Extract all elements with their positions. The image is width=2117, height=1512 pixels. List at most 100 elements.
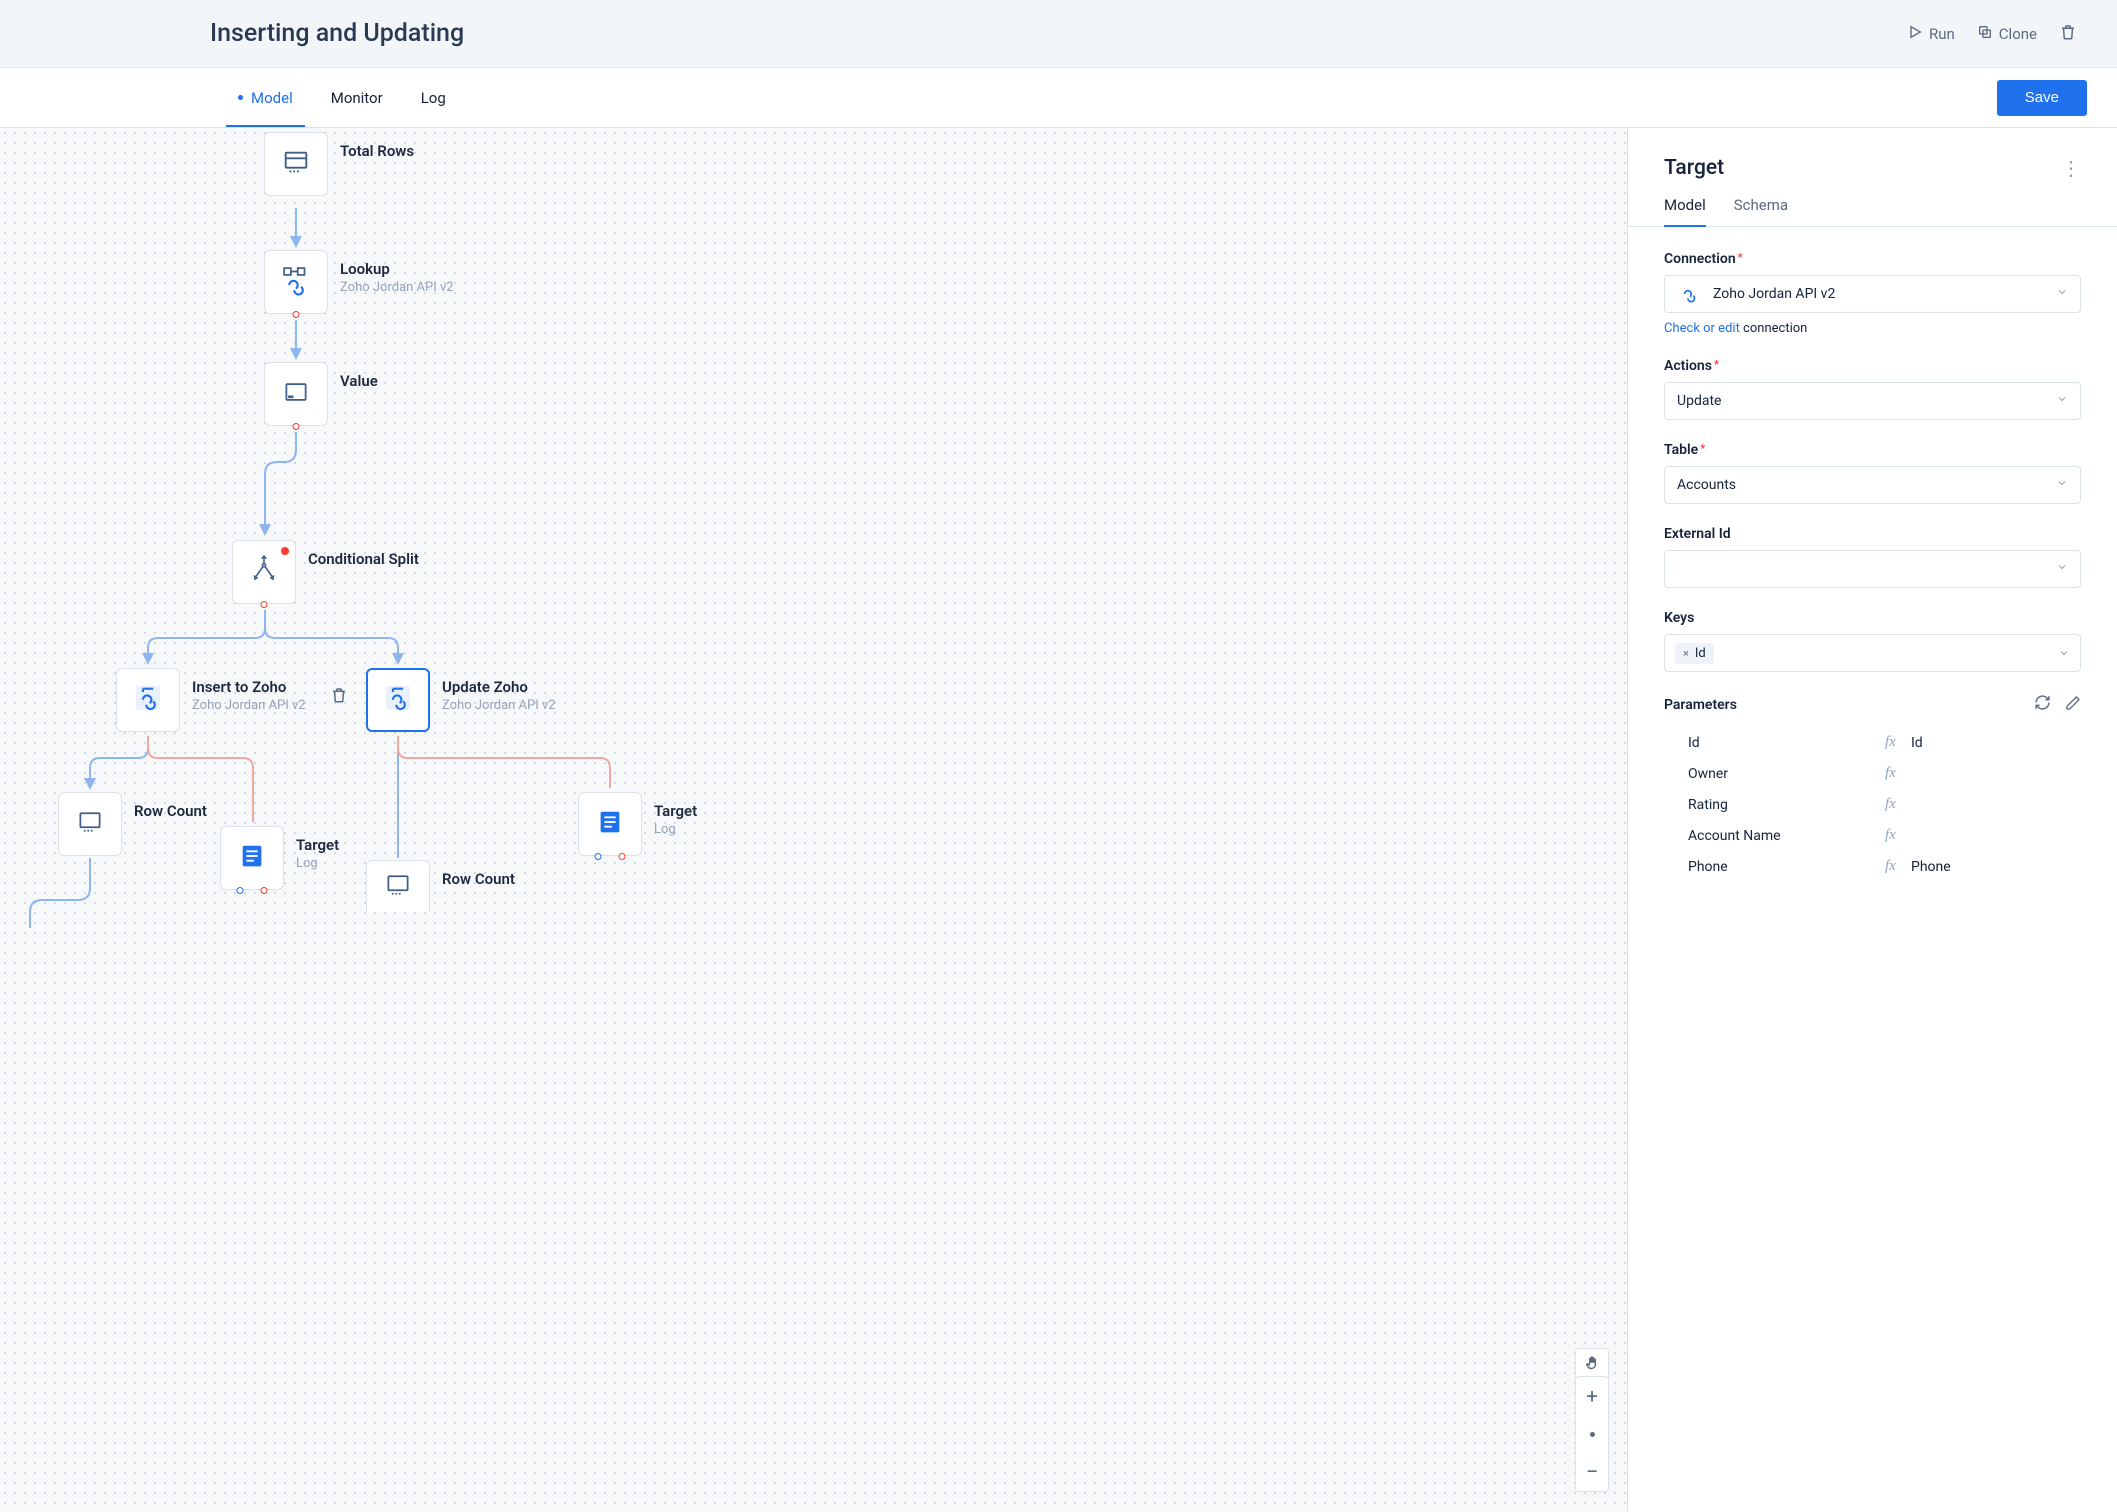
param-value: Id [1911, 735, 2081, 751]
zoho-icon [131, 681, 165, 719]
fx-icon[interactable]: fx [1885, 827, 1911, 844]
node-rowcount-right[interactable]: Row Count [366, 860, 515, 912]
param-row[interactable]: Owner fx [1664, 758, 2081, 789]
copy-icon [1977, 24, 1993, 44]
external-id-label: External Id [1664, 526, 2081, 542]
node-value[interactable]: Value [264, 362, 378, 426]
node-lookup-sub: Zoho Jordan API v2 [340, 280, 454, 295]
node-target-right[interactable]: Target Log [578, 792, 697, 856]
actions-select[interactable]: Update [1664, 382, 2081, 420]
parameters-list: Id fx Id Owner fx Rating fx Account Name… [1664, 727, 2081, 882]
clone-button[interactable]: Clone [1977, 24, 2037, 44]
zoom-out-button[interactable]: − [1576, 1453, 1608, 1491]
node-rowcount-left[interactable]: Row Count [58, 792, 207, 856]
lookup-icon [279, 263, 313, 301]
connection-select[interactable]: Zoho Jordan API v2 [1664, 275, 2081, 313]
run-label: Run [1929, 25, 1955, 43]
flow-canvas[interactable]: Total Rows Lookup Zoho Jordan API v2 [0, 128, 1627, 1512]
param-name: Rating [1688, 797, 1885, 813]
param-row[interactable]: Phone fx Phone [1664, 851, 2081, 882]
tab-monitor-label: Monitor [331, 89, 383, 107]
tab-model[interactable]: Model [234, 68, 297, 127]
actions-label: Actions [1664, 358, 2081, 374]
node-update-label: Update Zoho [442, 678, 556, 696]
table-select[interactable]: Accounts [1664, 466, 2081, 504]
page-title: Inserting and Updating [210, 19, 1907, 48]
delete-button[interactable] [2059, 23, 2077, 45]
node-update-sub: Zoho Jordan API v2 [442, 698, 556, 713]
clone-label: Clone [1999, 25, 2037, 43]
chevron-down-icon [2058, 644, 2070, 663]
zoom-controls: + − [1575, 1376, 1609, 1492]
play-icon [1907, 24, 1923, 44]
fx-icon[interactable]: fx [1885, 858, 1911, 875]
port-icon [237, 887, 244, 894]
chip-remove-icon[interactable]: × [1683, 647, 1689, 660]
fx-icon[interactable]: fx [1885, 734, 1911, 751]
hand-icon [1584, 1355, 1601, 1376]
param-row[interactable]: Rating fx [1664, 789, 2081, 820]
node-conditional-split[interactable]: Conditional Split [232, 540, 419, 604]
param-name: Account Name [1688, 828, 1885, 844]
param-value: Phone [1911, 859, 2081, 875]
external-id-select[interactable] [1664, 550, 2081, 588]
chevron-down-icon [2056, 393, 2068, 409]
zoom-in-button[interactable]: + [1576, 1377, 1608, 1415]
node-target-left[interactable]: Target Log [220, 826, 339, 890]
connection-hint-rest: connection [1740, 321, 1808, 336]
properties-panel: Target ⋮ Model Schema Connection [1627, 128, 2117, 1512]
param-name: Id [1688, 735, 1885, 751]
rowcount-icon [76, 808, 104, 840]
connection-value: Zoho Jordan API v2 [1713, 286, 1835, 302]
keys-chip[interactable]: × Id [1675, 643, 1714, 664]
node-total-rows[interactable]: Total Rows [264, 132, 414, 196]
param-row[interactable]: Account Name fx [1664, 820, 2081, 851]
node-insert-label: Insert to Zoho [192, 678, 306, 696]
active-dot-icon [238, 95, 243, 100]
connection-hint: Check or edit connection [1664, 321, 2081, 336]
connection-label: Connection [1664, 251, 2081, 267]
tab-log-label: Log [421, 89, 446, 107]
node-delete-icon[interactable] [330, 686, 348, 708]
check-edit-link[interactable]: Check or edit [1664, 321, 1740, 336]
node-lookup-label: Lookup [340, 260, 454, 278]
dot-icon [1590, 1432, 1595, 1437]
edit-button[interactable] [2065, 695, 2081, 715]
node-total-rows-label: Total Rows [340, 142, 414, 160]
node-lookup[interactable]: Lookup Zoho Jordan API v2 [264, 250, 454, 314]
save-button[interactable]: Save [1997, 80, 2087, 116]
conditional-split-icon [248, 554, 280, 590]
rowcount-icon [384, 871, 412, 903]
refresh-button[interactable] [2034, 694, 2051, 715]
port-icon [260, 887, 267, 894]
tab-monitor[interactable]: Monitor [327, 68, 387, 127]
pencil-icon [2065, 696, 2081, 715]
chip-label: Id [1695, 646, 1706, 661]
node-insert-zoho[interactable]: Insert to Zoho Zoho Jordan API v2 [116, 668, 306, 732]
panel-tab-model[interactable]: Model [1664, 196, 1706, 226]
port-icon [618, 853, 625, 860]
tab-log[interactable]: Log [417, 68, 450, 127]
run-button[interactable]: Run [1907, 24, 1955, 44]
param-row[interactable]: Id fx Id [1664, 727, 2081, 758]
kebab-icon: ⋮ [2061, 156, 2081, 180]
panel-menu-button[interactable]: ⋮ [2061, 156, 2081, 180]
table-label: Table [1664, 442, 2081, 458]
port-icon [293, 311, 300, 318]
panel-tab-schema[interactable]: Schema [1734, 196, 1788, 226]
zoho-icon [381, 681, 415, 719]
fx-icon[interactable]: fx [1885, 796, 1911, 813]
flow-connectors [0, 128, 1627, 1512]
keys-label: Keys [1664, 610, 2081, 626]
node-cond-label: Conditional Split [308, 550, 419, 568]
port-icon [293, 423, 300, 430]
panel-title: Target [1664, 156, 2061, 180]
fx-icon[interactable]: fx [1885, 765, 1911, 782]
keys-input[interactable]: × Id [1664, 634, 2081, 672]
node-update-zoho[interactable]: Update Zoho Zoho Jordan API v2 [366, 668, 556, 732]
page-header: Inserting and Updating Run Clone [0, 0, 2117, 68]
panel-tabs: Model Schema [1628, 196, 2117, 227]
error-dot-icon [281, 547, 289, 555]
zoom-fit-button[interactable] [1576, 1415, 1608, 1453]
total-rows-icon [281, 147, 311, 181]
